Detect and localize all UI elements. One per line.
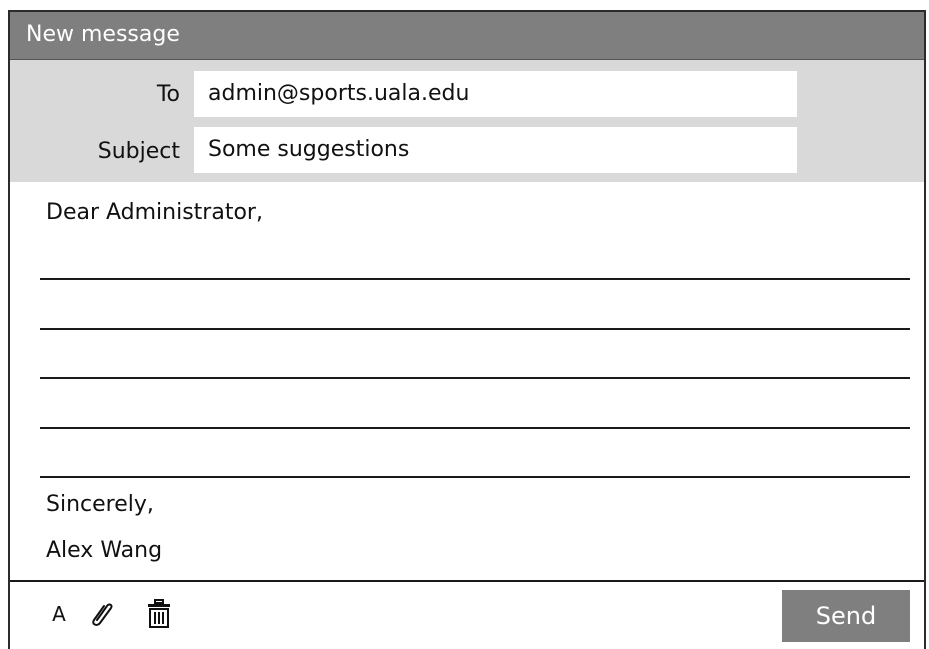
message-body[interactable]: Dear Administrator, Sincerely, Alex Wang <box>10 182 924 580</box>
to-value[interactable]: admin@sports.uala.edu <box>208 81 469 107</box>
writing-line <box>40 278 910 280</box>
subject-label: Subject <box>97 139 180 164</box>
new-message-window: New message To admin@sports.uala.edu Sub… <box>8 10 926 649</box>
subject-field[interactable]: Some suggestions <box>194 127 797 173</box>
greeting-text: Dear Administrator, <box>46 200 263 225</box>
send-button[interactable]: Send <box>782 590 910 642</box>
to-field[interactable]: admin@sports.uala.edu <box>194 71 797 117</box>
subject-value[interactable]: Some suggestions <box>208 137 409 163</box>
delete-button[interactable] <box>144 598 174 630</box>
font-icon: A <box>52 602 66 626</box>
writing-line <box>40 328 910 330</box>
window-title: New message <box>26 22 180 47</box>
trash-icon <box>148 599 170 628</box>
attach-button[interactable] <box>86 598 116 630</box>
message-header-fields: To admin@sports.uala.edu Subject Some su… <box>10 60 924 182</box>
compose-toolbar: A Send <box>10 582 924 649</box>
closing-text: Sincerely, <box>46 492 154 517</box>
signature-text: Alex Wang <box>46 538 163 563</box>
writing-line <box>40 377 910 379</box>
font-format-button[interactable]: A <box>44 598 74 630</box>
writing-line <box>40 427 910 429</box>
title-bar: New message <box>10 12 924 60</box>
paperclip-icon <box>92 603 113 626</box>
writing-line <box>40 476 910 478</box>
to-label: To <box>156 82 180 107</box>
